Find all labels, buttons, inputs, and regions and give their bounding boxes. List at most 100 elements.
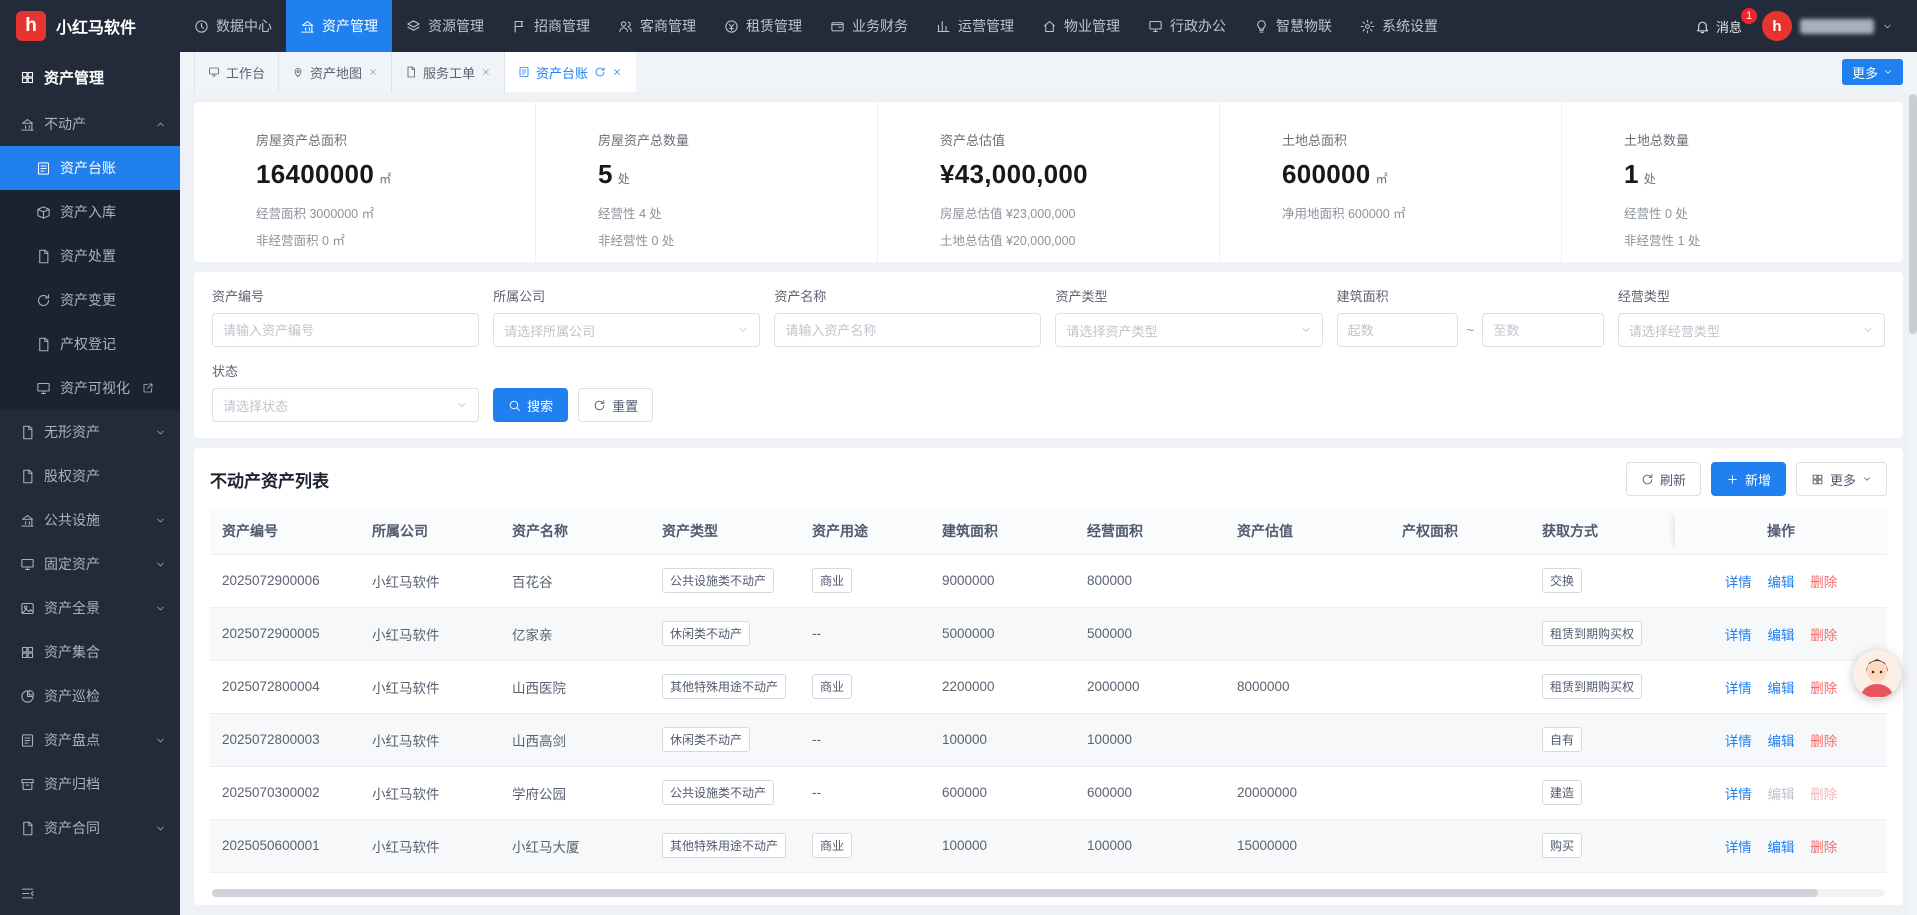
nav-item-admin-office[interactable]: 行政办公 <box>1134 0 1240 52</box>
nav-item-operation-mgmt[interactable]: 运营管理 <box>922 0 1028 52</box>
asset-code-input[interactable] <box>212 313 479 347</box>
message-badge: 1 <box>1741 8 1757 24</box>
cell-prop-area <box>1390 554 1530 607</box>
nav-item-label: 资产管理 <box>322 16 378 36</box>
detail-link[interactable]: 详情 <box>1725 681 1752 696</box>
sidebar-item-asset-panorama[interactable]: 资产全景 <box>0 586 180 630</box>
cell-build-area: 9000000 <box>930 554 1075 607</box>
nav-item-merchant-mgmt[interactable]: 客商管理 <box>604 0 710 52</box>
asset-type-tag: 休闲类不动产 <box>662 727 750 752</box>
edit-link[interactable]: 编辑 <box>1768 628 1795 643</box>
asset-name-input[interactable] <box>774 313 1041 347</box>
delete-link[interactable]: 删除 <box>1810 681 1837 696</box>
detail-link[interactable]: 详情 <box>1725 734 1752 749</box>
tabs-more-button[interactable]: 更多 <box>1842 59 1903 85</box>
stat-value: 5 <box>598 159 613 190</box>
refresh-icon[interactable] <box>594 66 606 78</box>
layers-icon <box>406 19 421 34</box>
nav-item-property-mgmt[interactable]: 物业管理 <box>1028 0 1134 52</box>
detail-link[interactable]: 详情 <box>1725 787 1752 802</box>
cell-actions: 详情 编辑 删除 <box>1675 607 1887 660</box>
tab-asset-ledger[interactable]: 资产台账 <box>505 52 636 92</box>
vertical-scrollbar-thumb[interactable] <box>1909 94 1917 334</box>
detail-link[interactable]: 详情 <box>1725 575 1752 590</box>
nav-item-asset-mgmt[interactable]: 资产管理 <box>286 0 392 52</box>
tab-asset-map[interactable]: 资产地图 <box>279 52 392 92</box>
brand[interactable]: h 小红马软件 <box>0 0 180 52</box>
horizontal-scrollbar-thumb[interactable] <box>212 889 1818 897</box>
close-icon[interactable] <box>481 67 491 77</box>
company-select[interactable]: 请选择所属公司 <box>493 313 760 347</box>
nav-item-smart-iot[interactable]: 智慧物联 <box>1240 0 1346 52</box>
detail-link[interactable]: 详情 <box>1725 628 1752 643</box>
cell-usage: -- <box>800 713 930 766</box>
edit-link[interactable]: 编辑 <box>1768 575 1795 590</box>
select-placeholder: 请选择所属公司 <box>504 321 595 340</box>
cell-actions: 详情 编辑 删除 <box>1675 713 1887 766</box>
sidebar-item-asset-visualization[interactable]: 资产可视化 <box>0 366 180 410</box>
customer-service-avatar[interactable] <box>1853 650 1901 698</box>
asset-type-select[interactable]: 请选择资产类型 <box>1055 313 1322 347</box>
sidebar-item-fixed-assets[interactable]: 固定资产 <box>0 542 180 586</box>
edit-link[interactable]: 编辑 <box>1768 787 1795 802</box>
sidebar-item-asset-contract[interactable]: 资产合同 <box>0 806 180 850</box>
nav-item-system-settings[interactable]: 系统设置 <box>1346 0 1452 52</box>
vertical-scrollbar[interactable] <box>1909 52 1917 915</box>
delete-link[interactable]: 删除 <box>1810 734 1837 749</box>
delete-link[interactable]: 删除 <box>1810 628 1837 643</box>
asset-type-tag: 公共设施类不动产 <box>662 568 774 593</box>
refresh-button[interactable]: 刷新 <box>1626 462 1701 496</box>
search-button[interactable]: 搜索 <box>493 388 568 422</box>
sidebar-item-real-estate[interactable]: 不动产 <box>0 102 180 146</box>
sidebar-item-property-registration[interactable]: 产权登记 <box>0 322 180 366</box>
delete-link[interactable]: 删除 <box>1810 575 1837 590</box>
edit-link[interactable]: 编辑 <box>1768 734 1795 749</box>
sidebar-item-asset-ledger[interactable]: 资产台账 <box>0 146 180 190</box>
cell-value <box>1225 554 1390 607</box>
chevron-down-icon <box>155 427 166 438</box>
field-label: 资产编号 <box>212 286 479 305</box>
edit-link[interactable]: 编辑 <box>1768 681 1795 696</box>
nav-item-lease-mgmt[interactable]: 租赁管理 <box>710 0 816 52</box>
sidebar-item-asset-inventory[interactable]: 资产盘点 <box>0 718 180 762</box>
stat-unit: 处 <box>618 170 630 187</box>
stat-subtext: 非经营性 0 处 <box>598 230 859 249</box>
horizontal-scrollbar[interactable] <box>212 889 1885 897</box>
nav-item-data-center[interactable]: 数据中心 <box>180 0 286 52</box>
status-select[interactable]: 请选择状态 <box>212 388 479 422</box>
cell-biz-area: 100000 <box>1075 713 1225 766</box>
tab-workbench[interactable]: 工作台 <box>194 52 279 92</box>
build-area-max-input[interactable] <box>1482 313 1604 347</box>
cell-company: 小红马软件 <box>360 819 500 872</box>
detail-link[interactable]: 详情 <box>1725 840 1752 855</box>
stat-land-total-area: 土地总面积 600000㎡ 净用地面积 600000 ㎡ <box>1220 102 1562 262</box>
sidebar-collapse-button[interactable] <box>0 871 180 915</box>
chevron-down-icon <box>456 399 468 411</box>
close-icon[interactable] <box>368 67 378 77</box>
sidebar-item-asset-archive[interactable]: 资产归档 <box>0 762 180 806</box>
sidebar-item-asset-collection[interactable]: 资产集合 <box>0 630 180 674</box>
sidebar-item-asset-disposal[interactable]: 资产处置 <box>0 234 180 278</box>
sidebar-item-asset-change[interactable]: 资产变更 <box>0 278 180 322</box>
sidebar-item-asset-inbound[interactable]: 资产入库 <box>0 190 180 234</box>
messages-button[interactable]: 消息 1 <box>1695 17 1742 36</box>
sidebar-item-asset-inspection[interactable]: 资产巡检 <box>0 674 180 718</box>
close-icon[interactable] <box>612 67 622 77</box>
nav-item-resource-mgmt[interactable]: 资源管理 <box>392 0 498 52</box>
sidebar-item-public-facilities[interactable]: 公共设施 <box>0 498 180 542</box>
user-menu[interactable]: h <box>1762 11 1893 41</box>
edit-link[interactable]: 编辑 <box>1768 840 1795 855</box>
delete-link[interactable]: 删除 <box>1810 840 1837 855</box>
biz-type-select[interactable]: 请选择经营类型 <box>1618 313 1885 347</box>
reset-button[interactable]: 重置 <box>578 388 653 422</box>
sidebar-item-intangible-assets[interactable]: 无形资产 <box>0 410 180 454</box>
sidebar-item-equity-assets[interactable]: 股权资产 <box>0 454 180 498</box>
nav-item-business-finance[interactable]: 业务财务 <box>816 0 922 52</box>
tab-service-order[interactable]: 服务工单 <box>392 52 505 92</box>
add-button[interactable]: 新增 <box>1711 462 1786 496</box>
nav-item-investment-mgmt[interactable]: 招商管理 <box>498 0 604 52</box>
more-actions-button[interactable]: 更多 <box>1796 462 1887 496</box>
cell-biz-area: 800000 <box>1075 554 1225 607</box>
delete-link[interactable]: 删除 <box>1810 787 1837 802</box>
build-area-min-input[interactable] <box>1337 313 1459 347</box>
